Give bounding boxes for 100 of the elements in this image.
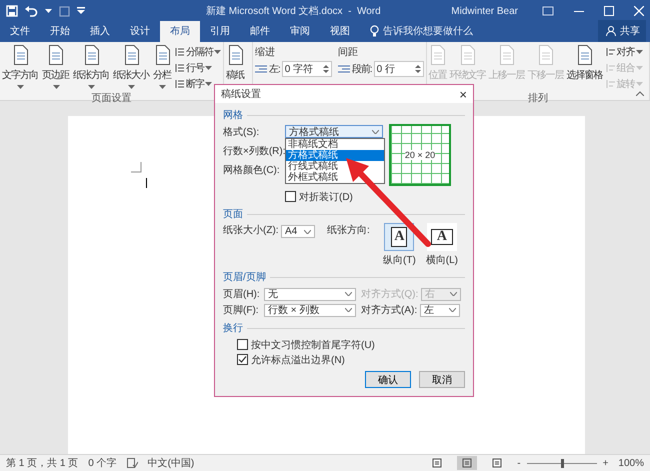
orientation-button[interactable]: A: [384, 223, 414, 251]
page-icon: [461, 45, 476, 65]
undo-icon[interactable]: [25, 5, 38, 17]
section-heading: 网格: [223, 108, 243, 122]
checkbox[interactable]: [237, 339, 248, 350]
layout-icon: [462, 458, 472, 468]
checkbox[interactable]: [285, 191, 296, 202]
close-button[interactable]: ×: [459, 86, 467, 102]
word-count[interactable]: 0 个字: [88, 456, 117, 470]
caret-icon: [636, 50, 643, 54]
chevron-icon: [345, 292, 352, 296]
page-icon: [578, 45, 592, 65]
dialog-button[interactable]: 取消: [419, 371, 465, 388]
dropdown[interactable]: 方格式稿纸: [285, 125, 383, 138]
view-button[interactable]: [457, 456, 478, 470]
dropdown[interactable]: A4: [281, 225, 315, 238]
group-label: 页面设置: [92, 92, 132, 104]
dropdown[interactable]: 行数 × 列数: [264, 304, 356, 316]
caret-icon: [205, 66, 212, 70]
page-icon: [14, 45, 28, 65]
chevron-icon: [304, 230, 311, 234]
collapse-icon[interactable]: [636, 91, 644, 96]
orientation-label: 纵向(T): [383, 254, 416, 267]
field-label: 纸张方向:: [327, 224, 371, 237]
section-heading: 页面: [223, 208, 243, 221]
field-value: 0 行: [376, 63, 395, 76]
chevron-icon: [345, 308, 352, 312]
dropdown-option[interactable]: 非稿纸文档: [286, 139, 384, 150]
ribbon-tab[interactable]: 视图: [320, 21, 360, 42]
ribbon-button[interactable]: 断字: [175, 77, 221, 91]
save-icon[interactable]: [6, 5, 18, 17]
ribbon-button[interactable]: 行号: [175, 61, 221, 75]
dropdown-option[interactable]: 行线式稿纸: [286, 161, 384, 172]
ribbon-button[interactable]: 稿纸: [226, 45, 245, 82]
tell-me-field[interactable]: 告诉我你想要做什么: [360, 24, 473, 42]
zoom-slider-thumb[interactable]: [560, 458, 564, 468]
zoom-in-button[interactable]: +: [602, 458, 608, 468]
ribbon-button[interactable]: 页边距: [42, 45, 70, 89]
spacing-icon: [255, 64, 267, 74]
ribbon-button[interactable]: 对齐: [606, 45, 643, 59]
spin-field[interactable]: 0 行: [374, 61, 424, 77]
chevron-icon: [449, 308, 456, 312]
ribbon-button[interactable]: 纸张方向: [73, 45, 110, 89]
chevron-icon: [372, 130, 379, 134]
page-icon: [84, 45, 98, 65]
chevron-icon: [450, 292, 458, 296]
field-label: 对齐方式(A):: [361, 304, 418, 317]
person-icon: [606, 26, 616, 36]
user-name[interactable]: Midwinter Bear: [451, 6, 518, 16]
zoom-out-button[interactable]: -: [517, 458, 521, 468]
page-count[interactable]: 第 1 页，共 1 页: [6, 456, 78, 470]
lines-icon: [175, 47, 185, 57]
window-title: 新建 Microsoft Word 文档.docx - Word: [206, 4, 382, 18]
ribbon-button[interactable]: 分栏: [153, 45, 172, 89]
dropdown-option[interactable]: 外框式稿纸: [286, 172, 384, 183]
lines-icon: [175, 63, 185, 73]
field-label: 左:: [269, 63, 280, 76]
ribbon-tab[interactable]: 布局: [160, 21, 200, 42]
share-label: 共享: [620, 24, 640, 38]
field-label: 格式(S):: [223, 126, 260, 138]
language[interactable]: 中文(中国): [148, 456, 194, 470]
ribbon-tab[interactable]: 开始: [40, 21, 80, 42]
align-icon: [606, 47, 616, 57]
close-icon[interactable]: [634, 6, 644, 16]
layout-icon: [492, 458, 502, 468]
orientation-button[interactable]: A: [426, 223, 457, 251]
ribbon-tab[interactable]: 邮件: [240, 21, 280, 42]
page-icon: [500, 45, 514, 65]
ribbon-tab[interactable]: 插入: [80, 21, 120, 42]
ribbon-button[interactable]: 纸张大小: [113, 45, 150, 89]
spin-field[interactable]: 0 字符: [282, 61, 332, 77]
ribbon-button[interactable]: 分隔符: [175, 45, 221, 59]
customize-icon[interactable]: [77, 7, 85, 15]
maximize-icon[interactable]: [604, 6, 614, 16]
caret-icon: [214, 50, 221, 54]
checkmark-icon: [238, 355, 247, 364]
dropdown[interactable]: 左: [420, 304, 460, 316]
ribbon-tab[interactable]: 引用: [200, 21, 240, 42]
ribbon-tab[interactable]: 审阅: [280, 21, 320, 42]
zoom-level[interactable]: 100%: [618, 458, 644, 468]
dropdown-option[interactable]: 方格式稿纸: [286, 150, 384, 161]
checkbox[interactable]: [237, 354, 248, 365]
field-label: 页脚(F):: [223, 304, 260, 317]
dialog-button[interactable]: 确认: [365, 371, 411, 388]
dialog-title: 稿纸设置: [221, 88, 261, 101]
spinner-icon: [322, 64, 329, 74]
checkbox-label: 对折装订(D): [299, 190, 353, 204]
field-label: 网格颜色(C):: [223, 164, 281, 176]
share-button[interactable]: 共享: [598, 20, 646, 42]
ribbon-tab[interactable]: 文件: [0, 21, 40, 42]
caret-icon: [45, 9, 52, 13]
ribbon-button[interactable]: 文字方向: [2, 45, 39, 89]
align-icon: [606, 63, 616, 73]
align-icon: [606, 79, 616, 89]
proofing-icon[interactable]: [126, 458, 138, 468]
ribbon-button[interactable]: 选择窗格: [566, 45, 604, 82]
page-glyph: A: [436, 229, 447, 245]
page-icon: [228, 45, 242, 65]
ribbon-tab[interactable]: 设计: [120, 21, 160, 42]
spinner-icon: [414, 64, 421, 74]
